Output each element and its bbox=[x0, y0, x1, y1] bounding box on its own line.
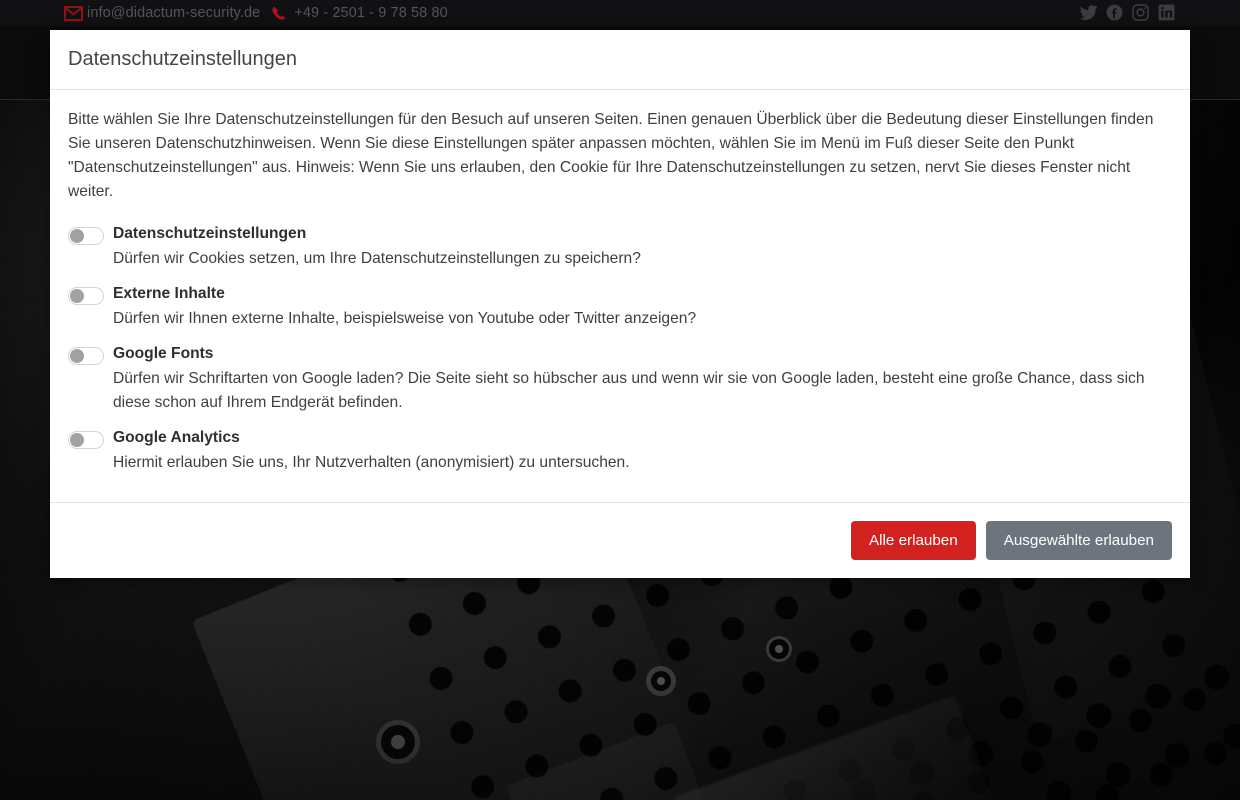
option-text: Google Analytics Hiermit erlauben Sie un… bbox=[113, 427, 1172, 475]
toggle-google-analytics[interactable] bbox=[68, 431, 104, 449]
facebook-icon[interactable] bbox=[1105, 3, 1124, 22]
option-row-google-analytics: Google Analytics Hiermit erlauben Sie un… bbox=[68, 427, 1172, 475]
option-title: Datenschutzeinstellungen bbox=[113, 225, 307, 242]
page-root: info@didactum-security.de +49 - 2501 - 9… bbox=[0, 0, 1240, 800]
dialog-title: Datenschutzeinstellungen bbox=[68, 48, 298, 70]
toggle-knob bbox=[70, 229, 84, 243]
social-links bbox=[1079, 3, 1176, 22]
toggle-knob bbox=[70, 349, 84, 363]
dialog-header: Datenschutzeinstellungen bbox=[50, 30, 1190, 90]
mail-icon bbox=[64, 5, 83, 21]
allow-all-button[interactable]: Alle erlauben bbox=[851, 521, 976, 560]
option-text: Google Fonts Dürfen wir Schriftarten von… bbox=[113, 343, 1172, 422]
option-description: Dürfen wir Schriftarten von Google laden… bbox=[113, 370, 1145, 411]
dialog-body: Bitte wählen Sie Ihre Datenschutzeinstel… bbox=[50, 90, 1190, 502]
option-description: Dürfen wir Ihnen externe Inhalte, beispi… bbox=[113, 310, 697, 327]
toggle-knob bbox=[70, 433, 84, 447]
option-text: Externe Inhalte Dürfen wir Ihnen externe… bbox=[113, 283, 1172, 338]
allow-selected-button[interactable]: Ausgewählte erlauben bbox=[985, 521, 1172, 560]
phone-link[interactable]: +49 - 2501 - 9 78 58 80 bbox=[294, 5, 447, 21]
phone-icon bbox=[271, 5, 290, 22]
option-row-privacy-settings: Datenschutzeinstellungen Dürfen wir Cook… bbox=[68, 223, 1172, 278]
toggle-external-content[interactable] bbox=[68, 287, 104, 305]
option-row-external-content: Externe Inhalte Dürfen wir Ihnen externe… bbox=[68, 283, 1172, 338]
option-title: Google Fonts bbox=[113, 345, 214, 362]
top-contact-bar: info@didactum-security.de +49 - 2501 - 9… bbox=[0, 0, 1240, 26]
email-link[interactable]: info@didactum-security.de bbox=[87, 5, 260, 21]
option-description: Hiermit erlauben Sie uns, Ihr Nutzverhal… bbox=[113, 454, 630, 471]
option-row-google-fonts: Google Fonts Dürfen wir Schriftarten von… bbox=[68, 343, 1172, 422]
option-description: Dürfen wir Cookies setzen, um Ihre Daten… bbox=[113, 250, 641, 267]
privacy-settings-dialog: Datenschutzeinstellungen Bitte wählen Si… bbox=[50, 30, 1190, 578]
twitter-icon[interactable] bbox=[1079, 3, 1098, 22]
toggle-privacy-settings[interactable] bbox=[68, 227, 104, 245]
option-title: Google Analytics bbox=[113, 429, 240, 446]
option-text: Datenschutzeinstellungen Dürfen wir Cook… bbox=[113, 223, 1172, 278]
contact-info: info@didactum-security.de +49 - 2501 - 9… bbox=[64, 5, 448, 22]
dialog-intro-text: Bitte wählen Sie Ihre Datenschutzeinstel… bbox=[68, 111, 1154, 200]
toggle-google-fonts[interactable] bbox=[68, 347, 104, 365]
linkedin-icon[interactable] bbox=[1157, 3, 1176, 22]
toggle-knob bbox=[70, 289, 84, 303]
dialog-footer: Alle erlauben Ausgewählte erlauben bbox=[50, 502, 1190, 578]
instagram-icon[interactable] bbox=[1131, 3, 1150, 22]
option-title: Externe Inhalte bbox=[113, 285, 225, 302]
